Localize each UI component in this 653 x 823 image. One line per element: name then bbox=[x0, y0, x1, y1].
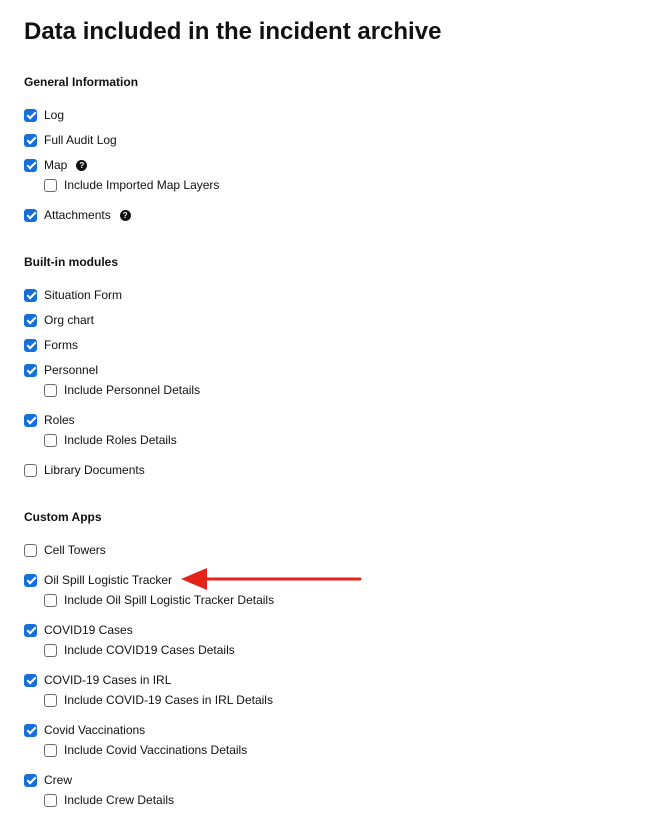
checkbox-label: Include Imported Map Layers bbox=[64, 178, 220, 192]
checkbox-label: Map bbox=[44, 158, 68, 172]
checkbox-log[interactable]: Log bbox=[24, 107, 64, 123]
checkbox-label: Include Roles Details bbox=[64, 433, 177, 447]
checkbox-org-chart[interactable]: Org chart bbox=[24, 312, 94, 328]
checkbox-map[interactable]: Map ? bbox=[24, 157, 88, 173]
checkbox-checked[interactable] bbox=[24, 313, 37, 327]
checkbox-checked[interactable] bbox=[24, 338, 37, 352]
checkbox-label: Forms bbox=[44, 338, 78, 352]
checkbox-label: COVID19 Cases bbox=[44, 623, 133, 637]
checkbox-unchecked[interactable] bbox=[44, 793, 57, 807]
checkbox-checked[interactable] bbox=[24, 363, 37, 377]
checkbox-unchecked[interactable] bbox=[24, 543, 37, 557]
checkbox-label: Attachments bbox=[44, 208, 111, 222]
section-title-builtin: Built-in modules bbox=[24, 255, 118, 269]
checkbox-unchecked[interactable] bbox=[44, 743, 57, 757]
checkbox-checked[interactable] bbox=[24, 673, 37, 687]
checkbox-label: Roles bbox=[44, 413, 75, 427]
checkbox-label: Covid Vaccinations bbox=[44, 723, 146, 737]
checkbox-label: Include COVID-19 Cases in IRL Details bbox=[64, 693, 273, 707]
checkbox-checked[interactable] bbox=[24, 288, 37, 302]
checkbox-include-covid-vaccinations-details[interactable]: Include Covid Vaccinations Details bbox=[44, 742, 247, 758]
checkbox-attachments[interactable]: Attachments ? bbox=[24, 207, 131, 223]
checkbox-include-imported-map-layers[interactable]: Include Imported Map Layers bbox=[44, 177, 219, 193]
checkbox-label: Log bbox=[44, 108, 65, 122]
checkbox-cell-towers[interactable]: Cell Towers bbox=[24, 542, 106, 558]
checkbox-checked[interactable] bbox=[24, 208, 37, 222]
page-title: Data included in the incident archive bbox=[24, 18, 442, 45]
question-circle-icon[interactable]: ? bbox=[119, 209, 131, 221]
checkbox-include-oil-spill-details[interactable]: Include Oil Spill Logistic Tracker Detai… bbox=[44, 592, 274, 608]
checkbox-crew[interactable]: Crew bbox=[24, 772, 72, 788]
checkbox-oil-spill-logistic-tracker[interactable]: Oil Spill Logistic Tracker bbox=[24, 572, 172, 588]
checkbox-unchecked[interactable] bbox=[44, 693, 57, 707]
checkbox-full-audit-log[interactable]: Full Audit Log bbox=[24, 132, 117, 148]
checkbox-checked[interactable] bbox=[24, 573, 37, 587]
checkbox-label: Include Oil Spill Logistic Tracker Detai… bbox=[64, 593, 275, 607]
checkbox-checked[interactable] bbox=[24, 133, 37, 147]
checkbox-checked[interactable] bbox=[24, 623, 37, 637]
checkbox-label: Org chart bbox=[44, 313, 95, 327]
checkbox-include-covid19-irl-details[interactable]: Include COVID-19 Cases in IRL Details bbox=[44, 692, 273, 708]
checkbox-covid19-cases[interactable]: COVID19 Cases bbox=[24, 622, 133, 638]
checkbox-label: Oil Spill Logistic Tracker bbox=[44, 573, 173, 587]
checkbox-label: Cell Towers bbox=[44, 543, 106, 557]
checkbox-label: Include Personnel Details bbox=[64, 383, 201, 397]
question-circle-icon[interactable]: ? bbox=[76, 159, 88, 171]
checkbox-unchecked[interactable] bbox=[24, 463, 37, 477]
checkbox-label: Include COVID19 Cases Details bbox=[64, 643, 235, 657]
checkbox-include-roles-details[interactable]: Include Roles Details bbox=[44, 432, 177, 448]
checkbox-forms[interactable]: Forms bbox=[24, 337, 78, 353]
checkbox-unchecked[interactable] bbox=[44, 383, 57, 397]
checkbox-label: Personnel bbox=[44, 363, 99, 377]
checkbox-label: Crew bbox=[44, 773, 73, 787]
red-arrow-icon bbox=[181, 568, 362, 590]
checkbox-include-crew-details[interactable]: Include Crew Details bbox=[44, 792, 174, 808]
checkbox-label: COVID-19 Cases in IRL bbox=[44, 673, 172, 687]
checkbox-label: Include Crew Details bbox=[64, 793, 175, 807]
checkbox-situation-form[interactable]: Situation Form bbox=[24, 287, 122, 303]
checkbox-label: Full Audit Log bbox=[44, 133, 117, 147]
checkbox-include-personnel-details[interactable]: Include Personnel Details bbox=[44, 382, 200, 398]
checkbox-roles[interactable]: Roles bbox=[24, 412, 75, 428]
checkbox-include-covid19-cases-details[interactable]: Include COVID19 Cases Details bbox=[44, 642, 235, 658]
checkbox-label: Include Covid Vaccinations Details bbox=[64, 743, 248, 757]
checkbox-library-documents[interactable]: Library Documents bbox=[24, 462, 145, 478]
checkbox-personnel[interactable]: Personnel bbox=[24, 362, 98, 378]
checkbox-checked[interactable] bbox=[24, 108, 37, 122]
checkbox-checked[interactable] bbox=[24, 723, 37, 737]
checkbox-covid-vaccinations[interactable]: Covid Vaccinations bbox=[24, 722, 145, 738]
checkbox-checked[interactable] bbox=[24, 773, 37, 787]
checkbox-covid19-cases-irl[interactable]: COVID-19 Cases in IRL bbox=[24, 672, 171, 688]
section-title-custom: Custom Apps bbox=[24, 510, 102, 524]
checkbox-unchecked[interactable] bbox=[44, 643, 57, 657]
checkbox-label: Library Documents bbox=[44, 463, 145, 477]
checkbox-checked[interactable] bbox=[24, 158, 37, 172]
checkbox-unchecked[interactable] bbox=[44, 433, 57, 447]
checkbox-checked[interactable] bbox=[24, 413, 37, 427]
checkbox-unchecked[interactable] bbox=[44, 593, 57, 607]
section-title-general: General Information bbox=[24, 75, 139, 89]
checkbox-unchecked[interactable] bbox=[44, 178, 57, 192]
checkbox-label: Situation Form bbox=[44, 288, 123, 302]
